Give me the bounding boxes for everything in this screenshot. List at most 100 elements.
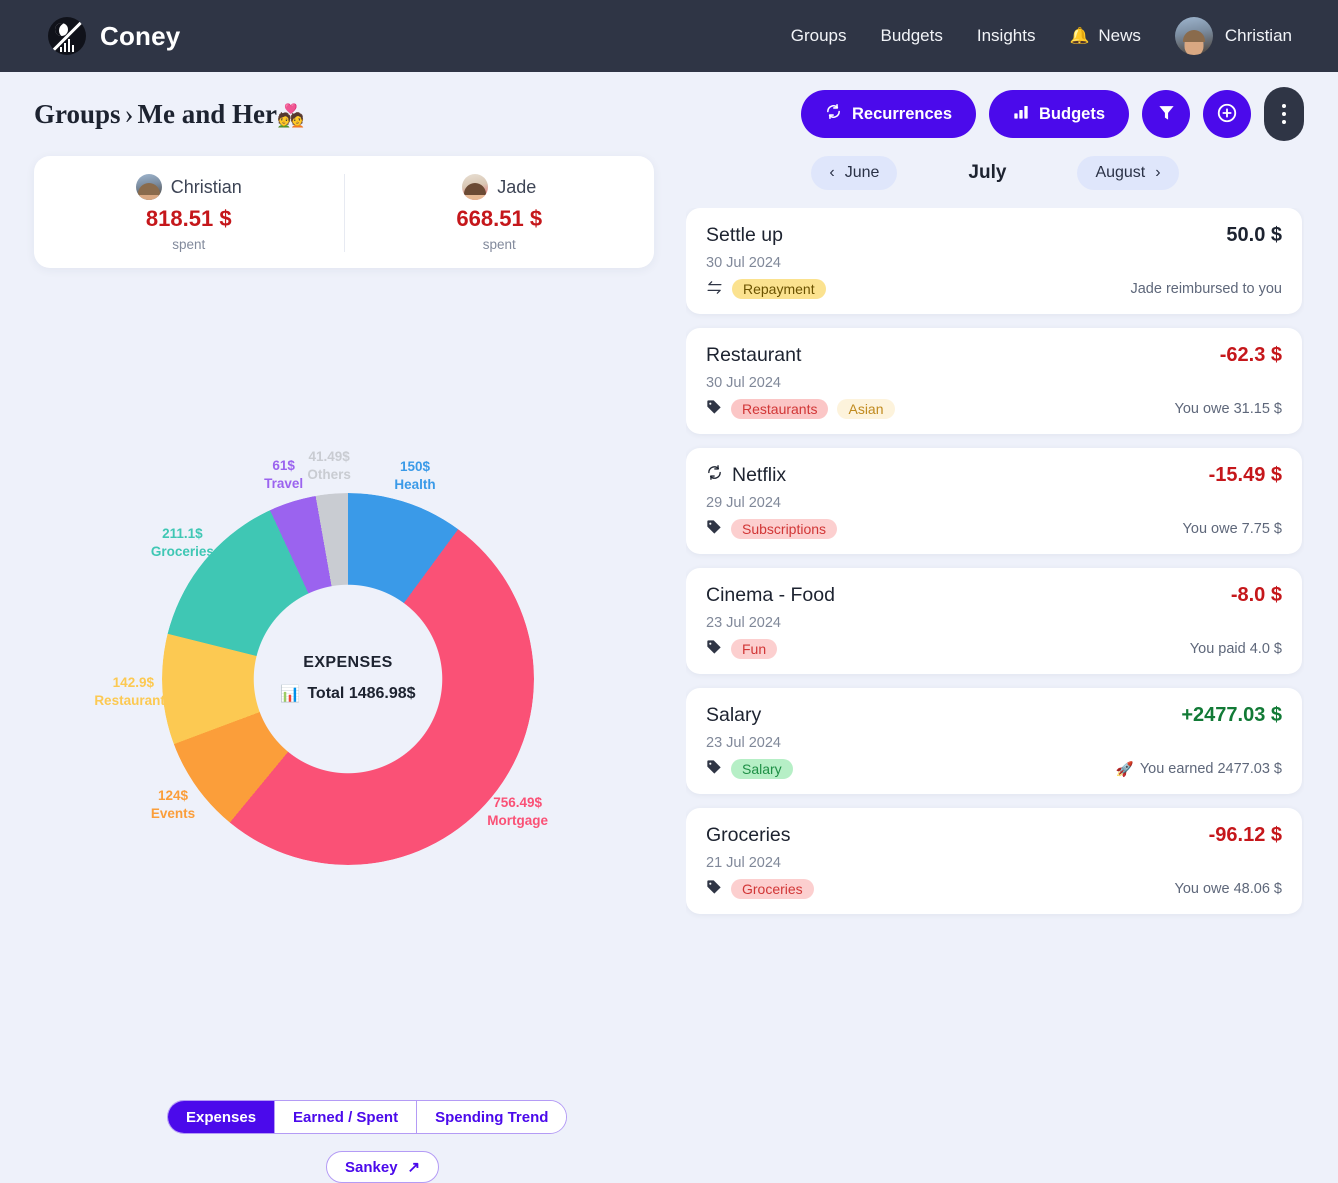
transaction-title: Salary [706,704,761,727]
left-column: Groups › Me and Her💑 Christian 818.51 $ sp… [34,72,654,1183]
slice-name: Events [150,806,196,822]
chevron-left-icon: ‹ [829,164,835,181]
transaction-title: Cinema - Food [706,584,835,607]
tab-expenses[interactable]: Expenses [168,1101,276,1133]
transaction-tag[interactable]: Asian [837,399,895,419]
transaction-amount: -96.12 $ [1208,824,1282,846]
transaction-title: Restaurant [706,344,801,367]
user-avatar-icon [1174,17,1213,55]
breadcrumb: Groups › Me and Her💑 [34,99,304,130]
breadcrumb-current: Me and Her [137,98,278,129]
refresh-icon [706,464,723,487]
next-month-label: August [1095,164,1146,181]
transaction-card[interactable]: Settle up 50.0 $ 30 Jul 2024 Repayment Jade … [686,208,1302,314]
prev-month-button[interactable]: ‹ June [811,156,898,190]
breadcrumb-row: Groups › Me and Her💑 [34,72,654,156]
sankey-label: Sankey [345,1158,398,1176]
next-month-button[interactable]: August › [1077,156,1179,190]
transaction-date: 23 Jul 2024 [706,615,781,631]
transaction-card[interactable]: Groceries -96.12 $ 21 Jul 2024 Groceries You… [686,808,1302,914]
transaction-card[interactable]: Restaurant -62.3 $ 30 Jul 2024 Restaurants A… [686,328,1302,434]
transaction-date: 30 Jul 2024 [706,255,781,271]
more-vertical-icon [1282,104,1286,108]
nav-item-budgets[interactable]: Budgets [880,26,942,46]
more-options-button[interactable] [1264,87,1304,141]
transaction-card[interactable]: Salary +2477.03 $ 23 Jul 2024 Salary 🚀 You ea… [686,688,1302,794]
transaction-card[interactable]: Cinema - Food -8.0 $ 23 Jul 2024 Fun You pai… [686,568,1302,674]
plus-circle-icon [1216,102,1238,127]
top-navigation-bar: Coney Groups Budgets Insights 🔔 News Chr… [0,0,1338,72]
tag-icon [706,879,722,899]
slice-label-events: 124$ Events [128,787,218,823]
transaction-note: You owe 7.75 $ [1183,521,1282,537]
tag-icon [706,399,722,419]
slice-value: 756.49$ [493,795,543,811]
slice-label-health: 150$ Health [370,458,460,494]
slice-label-restaurants: 142.9$ Restaurants [88,674,178,710]
rocket-emoji-icon: 🚀 [1115,761,1134,778]
transaction-card[interactable]: Netflix -15.49 $ 29 Jul 2024 Subscriptions Y… [686,448,1302,554]
donut-total-label: Total 1486.98$ [307,685,416,702]
transaction-amount: -8.0 $ [1230,584,1282,606]
nav-item-insights-label: Insights [976,26,1036,45]
tab-earned-spent[interactable]: Earned / Spent [275,1101,418,1133]
slice-value: 41.49$ [308,448,350,464]
brand-logo-group[interactable]: Coney [48,17,180,55]
breadcrumb-root[interactable]: Groups [34,99,121,129]
nav-item-news[interactable]: 🔔 News [1069,26,1140,46]
recurrences-button[interactable]: Recurrences [801,90,976,138]
transaction-tag[interactable]: Groceries [731,879,814,899]
transaction-tag[interactable]: Restaurants [731,399,829,419]
add-button[interactable] [1203,90,1251,138]
slice-name: Restaurants [94,693,173,709]
member-card-jade[interactable]: Jade 668.51 $ spent [343,174,655,252]
member-name: Christian [170,176,242,197]
transaction-date: 30 Jul 2024 [706,375,781,391]
transaction-tag[interactable]: Fun [731,639,778,659]
transaction-amount: 50.0 $ [1226,224,1282,246]
chart-tabs: Expenses Earned / Spent Spending Trend [167,1100,568,1134]
slice-label-groceries: 211.1$ Groceries [137,525,227,561]
transaction-tag[interactable]: Salary [731,759,793,779]
member-sublabel: spent [482,237,516,252]
transaction-title-label: Restaurant [706,344,802,366]
slice-name: Others [307,467,351,483]
tag-icon [706,519,722,539]
transaction-note-label: You owe 48.06 $ [1174,881,1282,897]
member-card-christian[interactable]: Christian 818.51 $ spent [34,174,344,252]
transaction-tags: Subscriptions [706,519,838,539]
budgets-button[interactable]: Budgets [989,90,1129,138]
transaction-note-label: You owe 7.75 $ [1182,521,1282,537]
member-sublabel: spent [172,237,206,252]
transaction-tag[interactable]: Repayment [732,279,826,299]
transaction-tags: Fun [706,639,778,659]
donut-center-text: EXPENSES 📊 Total 1486.98$ [255,654,441,704]
members-summary-card: Christian 818.51 $ spent Jade 668.51 $ s… [34,156,654,268]
transaction-tags: Salary [706,759,793,779]
sankey-button[interactable]: Sankey ↗ [326,1151,440,1183]
funnel-icon [1157,103,1176,125]
transaction-amount: -15.49 $ [1208,464,1282,486]
slice-name: Groceries [150,544,214,560]
transaction-list[interactable]: Settle up 50.0 $ 30 Jul 2024 Repayment Jade … [686,208,1304,978]
refresh-icon [825,103,842,125]
slice-value: 150$ [399,458,431,474]
tag-icon [706,639,722,659]
tab-spending-trend[interactable]: Spending Trend [417,1101,567,1133]
nav-item-groups[interactable]: Groups [791,26,847,46]
nav-item-news-label: News [1098,26,1141,45]
slice-label-mortgage: 756.49$ Mortgage [473,794,563,830]
page-body: Groups › Me and Her💑 Christian 818.51 $ sp… [0,72,1338,1183]
transaction-note: You owe 31.15 $ [1174,401,1282,417]
transaction-title-label: Settle up [706,224,783,246]
transaction-title-label: Groceries [706,824,791,846]
transaction-tags: Groceries [706,879,814,899]
member-name: Jade [497,176,537,197]
user-menu[interactable]: Christian [1174,17,1292,55]
arrow-up-right-icon: ↗ [407,1159,421,1176]
budgets-label: Budgets [1039,104,1105,123]
toolbar: Recurrences Budgets [686,72,1304,156]
filter-button[interactable] [1142,90,1190,138]
transaction-tag[interactable]: Subscriptions [731,519,838,539]
nav-item-insights[interactable]: Insights [977,26,1036,46]
